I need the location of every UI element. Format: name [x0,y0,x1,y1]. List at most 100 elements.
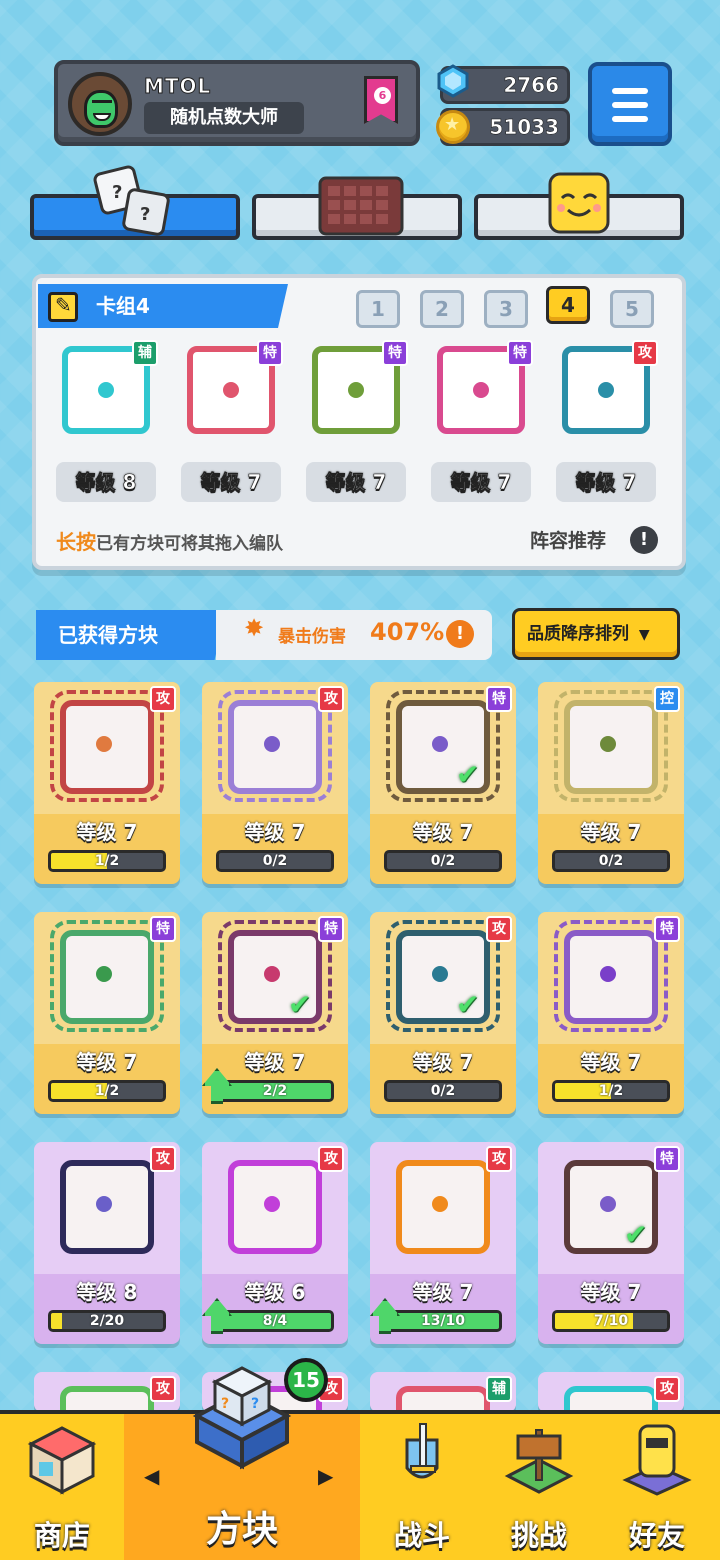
owned-block-card[interactable]: 攻 [34,1372,180,1412]
block-pip-icon [96,966,112,982]
coin-icon [436,110,470,144]
deck-card-level: 等级 7 [306,462,406,502]
gem-icon [437,64,469,98]
menu-bar-icon [612,88,648,94]
in-deck-check-icon: ✔ [288,988,312,1021]
avatar-face-icon [84,90,118,128]
lineup-recommend-button[interactable]: 阵容推荐 [530,526,606,553]
svg-text:?: ? [112,182,122,203]
nav-blocks[interactable]: ? ? ◀ ▶ 方块 [124,1366,360,1560]
block-pip-icon [432,736,448,752]
crit-damage-label: 暴击伤害 [278,627,346,647]
block-face [396,1160,490,1254]
deck-card[interactable]: 特 [431,340,533,440]
owned-block-card[interactable]: ✔ 特等级 7 7/10 [538,1142,684,1344]
nav-challenge[interactable]: 挑战 [484,1414,594,1560]
progress-text: 2/20 [89,1313,125,1329]
upgrade-progress-bar: 0/2 [384,1080,502,1102]
block-type-tag: 攻 [654,1376,680,1402]
block-type-tag: 攻 [486,916,512,942]
deck-number-1[interactable]: 1 [356,290,400,328]
dropdown-arrow-icon: ▼ [638,627,650,643]
deck-number-5[interactable]: 5 [610,290,654,328]
owned-block-card[interactable]: ✔ 特等级 7 2/2 [202,912,348,1114]
owned-block-card[interactable]: 攻等级 7 0/2 [202,682,348,884]
owned-block-card[interactable]: 特等级 7 1/2 [34,912,180,1114]
deck-number-2[interactable]: 2 [420,290,464,328]
info-icon[interactable]: ! [630,526,658,554]
upgrade-progress-bar: 1/2 [48,1080,166,1102]
deck-card-level: 等级 7 [181,462,281,502]
owned-block-card[interactable]: 辅 [370,1372,516,1412]
in-deck-check-icon: ✔ [624,1218,648,1251]
rank-ribbon-icon[interactable]: 6 [364,76,398,124]
svg-text:?: ? [140,204,150,225]
lineup-recommend-label: 阵容推荐 [530,530,607,552]
in-deck-check-icon: ✔ [456,758,480,791]
gem-count: 2766 [503,73,559,98]
block-type-tag: 特 [382,340,408,366]
owned-block-card[interactable]: 攻等级 7 13/10 [370,1142,516,1344]
owned-block-card[interactable]: ✔ 攻等级 7 0/2 [370,912,516,1114]
owned-block-card[interactable]: 攻等级 6 8/4 [202,1142,348,1344]
block-type-tag: 攻 [486,1146,512,1172]
block-type-tag: 特 [507,340,533,366]
deck-number-3[interactable]: 3 [484,290,528,328]
owned-block-card[interactable]: 攻等级 8 2/20 [34,1142,180,1344]
deck-card[interactable]: 特 [306,340,408,440]
deck-number-4[interactable]: 4 [546,286,590,324]
block-type-tag: 辅 [486,1376,512,1402]
bottom-nav: 商店 ? ? ◀ ▶ 方块 战斗 挑战 好友 [0,1366,720,1560]
nav-shop[interactable]: 商店 [0,1414,124,1560]
progress-text: 0/2 [262,853,288,869]
owned-blocks-title: 已获得方块 [36,610,226,660]
nav-friends-label: 好友 [628,1519,685,1552]
menu-button[interactable] [588,62,672,146]
sort-dropdown[interactable]: 品质降序排列 ▼ [512,608,680,660]
profile-panel[interactable]: MTOL 随机点数大师 6 [54,60,420,146]
block-type-tag: 特 [318,916,344,942]
avatar[interactable] [68,72,132,136]
prev-arrow-icon[interactable]: ◀ [144,1464,159,1488]
deck-hint: 长按已有方块可将其拖入编队 [56,526,283,555]
owned-block-card[interactable]: ✔ 特等级 7 0/2 [370,682,516,884]
upgrade-progress-bar: 0/2 [384,850,502,872]
deck-card[interactable]: 特 [181,340,283,440]
crit-info-icon[interactable]: ! [446,620,474,648]
crit-damage-value: 407% [370,618,445,646]
owned-block-card[interactable]: 特等级 7 1/2 [538,912,684,1114]
block-pip-icon [348,382,364,398]
block-level: 等级 7 [580,820,642,844]
block-level: 等级 7 [412,1050,474,1074]
block-art-area: ✔ 特 [370,682,516,814]
owned-block-card[interactable]: 攻等级 7 1/2 [34,682,180,884]
block-type-tag: 控 [654,686,680,712]
owned-block-card[interactable]: 攻 [538,1372,684,1412]
block-art-area: 攻 [34,1142,180,1274]
block-face [564,930,658,1024]
upgrade-progress-bar: 0/2 [216,850,334,872]
block-pip-icon [98,382,114,398]
next-arrow-icon[interactable]: ▶ [318,1464,333,1488]
block-art-area: ✔ 特 [202,912,348,1044]
block-pip-icon [600,966,616,982]
block-pip-icon [96,1196,112,1212]
friend-character-icon [622,1424,692,1496]
progress-text: 0/2 [430,1083,456,1099]
nav-battle[interactable]: 战斗 [360,1414,484,1560]
deck-card-level: 等级 7 [556,462,656,502]
deck-card[interactable]: 辅 [56,340,158,440]
block-face [60,930,154,1024]
deck-card[interactable]: 攻 [556,340,658,440]
emoji-face-icon [548,172,610,234]
block-type-tag: 攻 [150,1376,176,1402]
block-level: 等级 7 [76,1050,138,1074]
block-art-area: ✔ 攻 [370,912,516,1044]
block-type-tag: 攻 [632,340,658,366]
block-type-tag: 攻 [318,1146,344,1172]
upgrade-progress-bar: 8/4 [216,1310,334,1332]
menu-bar-icon [612,102,648,108]
edit-pencil-icon[interactable] [48,292,78,322]
nav-friends[interactable]: 好友 [594,1414,720,1560]
owned-block-card[interactable]: 控等级 7 0/2 [538,682,684,884]
